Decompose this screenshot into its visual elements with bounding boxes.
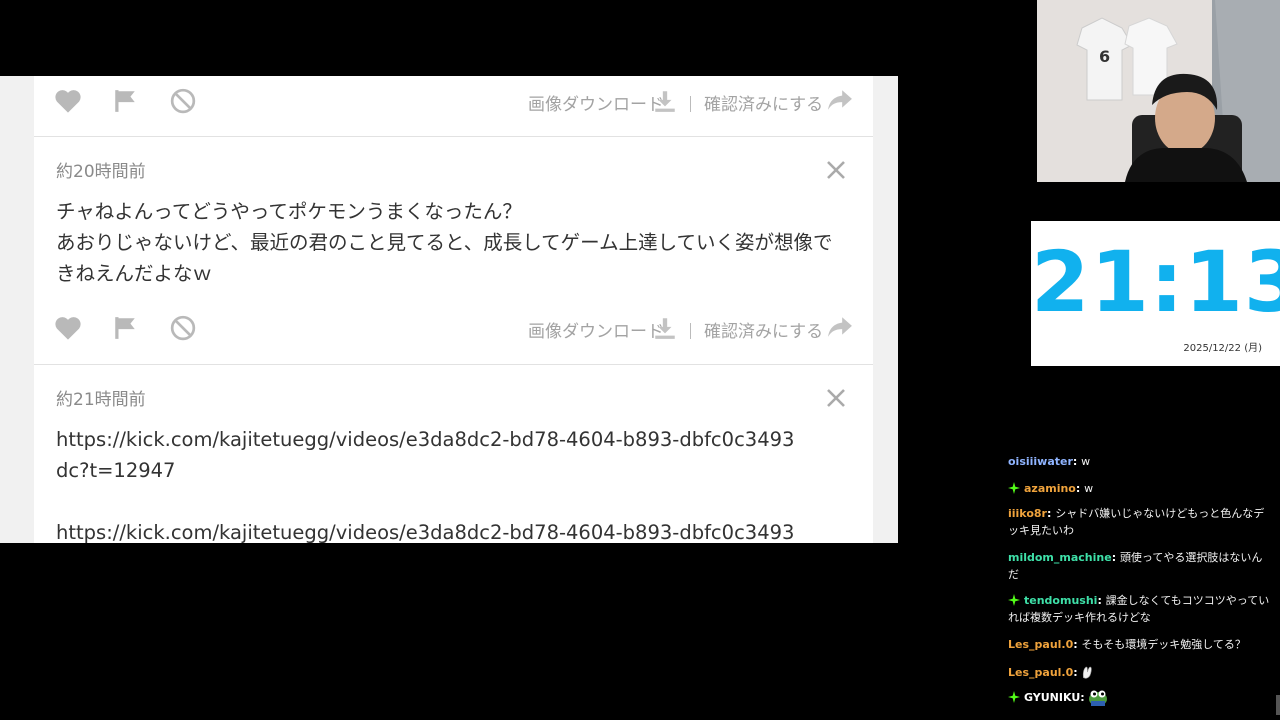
heart-icon[interactable] [54, 88, 82, 114]
chat-colon: : [1111, 551, 1120, 564]
timestamp: 約21時間前 [56, 390, 146, 410]
webcam-feed: 6 [1037, 0, 1280, 182]
chat-username[interactable]: mildom_machine [1008, 551, 1112, 564]
download-icon[interactable] [652, 88, 678, 114]
chat-message: iiiko8r: シャドバ嫌いじゃないけどもっと色んなデッキ見たいわ [1008, 505, 1272, 539]
message-card: 約21時間前 https://kick.com/kajitetuegg/vide… [34, 365, 873, 543]
sparkle-badge-icon [1008, 691, 1020, 703]
webcam-image: 6 [1037, 0, 1280, 182]
confirm-label[interactable]: 確認済みにする [704, 317, 823, 342]
clock-date: 2025/12/22 (月) [1183, 343, 1262, 354]
chat-username[interactable]: azamino [1024, 482, 1076, 495]
action-bar: 画像ダウンロード 確認済みにする [34, 80, 873, 120]
chat-username[interactable]: Les_paul.0 [1008, 638, 1073, 651]
chat-colon: : [1075, 482, 1085, 495]
message-body: チャねよんってどうやってポケモンうまくなったん？ あおりじゃないけど、最近の君の… [56, 200, 833, 285]
chat-message: tendomushi: 課金しなくてもコツコツやっていれば複数デッキ作れるけどな [1008, 592, 1272, 626]
chat-colon: : [1046, 507, 1056, 520]
chat-colon: : [1073, 666, 1082, 679]
flag-icon[interactable] [112, 315, 138, 341]
browser-capture: 画像ダウンロード 確認済みにする 約20時間前 チャねよんってどうやってポケモン… [0, 76, 898, 543]
chat-text: そもそも環境デッキ勉強してる？ [1081, 638, 1246, 651]
download-label[interactable]: 画像ダウンロード [528, 317, 664, 342]
chat-message: mildom_machine: 頭使ってやる選択肢はないんだ [1008, 549, 1272, 583]
clock-time: 21:13 [1031, 233, 1280, 331]
chat-scrollbar[interactable] [1276, 695, 1280, 715]
share-arrow-icon[interactable] [827, 88, 853, 112]
sparkle-badge-icon [1008, 482, 1020, 494]
timestamp: 約20時間前 [56, 162, 146, 182]
share-arrow-icon[interactable] [827, 315, 853, 339]
separator [690, 96, 691, 112]
block-icon[interactable] [170, 88, 196, 114]
download-label[interactable]: 画像ダウンロード [528, 90, 664, 115]
chat-message: GYUNIKU: [1008, 688, 1272, 706]
chat-panel: oisiiiwater: w azamino: w iiiko8r: シャドバ嫌いじ… [1000, 450, 1280, 720]
heart-icon[interactable] [54, 315, 82, 341]
block-icon[interactable] [170, 315, 196, 341]
clock-widget: 21:13 2025/12/22 (月) [1031, 221, 1280, 366]
sparkle-badge-icon [1008, 594, 1020, 606]
message-card: 約20時間前 チャねよんってどうやってポケモンうまくなったん？ あおりじゃないけ… [34, 137, 873, 365]
chat-text: w [1084, 482, 1094, 495]
clap-emote [1083, 666, 1093, 679]
chat-username[interactable]: Les_paul.0 [1008, 666, 1073, 679]
confirm-label[interactable]: 確認済みにする [704, 90, 823, 115]
chat-username[interactable]: tendomushi [1024, 594, 1097, 607]
frog-emote [1089, 690, 1108, 706]
message-card: 画像ダウンロード 確認済みにする [34, 76, 873, 137]
chat-colon: : [1097, 594, 1106, 607]
chat-message: oisiiiwater: w [1008, 453, 1272, 470]
message-body[interactable]: https://kick.com/kajitetuegg/videos/e3da… [56, 424, 803, 543]
action-bar: 画像ダウンロード 確認済みにする [34, 307, 873, 347]
chat-message: azamino: w [1008, 480, 1272, 497]
close-icon[interactable] [825, 387, 847, 409]
chat-colon: : [1080, 691, 1089, 704]
chat-username[interactable]: GYUNIKU [1024, 691, 1080, 704]
chat-colon: : [1072, 455, 1082, 468]
chat-username[interactable]: iiiko8r [1008, 507, 1047, 520]
separator [690, 323, 691, 339]
chat-text: w [1081, 455, 1091, 468]
close-icon[interactable] [825, 159, 847, 181]
download-icon[interactable] [652, 315, 678, 341]
flag-icon[interactable] [112, 88, 138, 114]
svg-text:6: 6 [1099, 47, 1110, 66]
chat-message: Les_paul.0: [1008, 663, 1272, 681]
chat-message: Les_paul.0: そもそも環境デッキ勉強してる？ [1008, 636, 1272, 653]
chat-username[interactable]: oisiiiwater [1008, 455, 1073, 468]
